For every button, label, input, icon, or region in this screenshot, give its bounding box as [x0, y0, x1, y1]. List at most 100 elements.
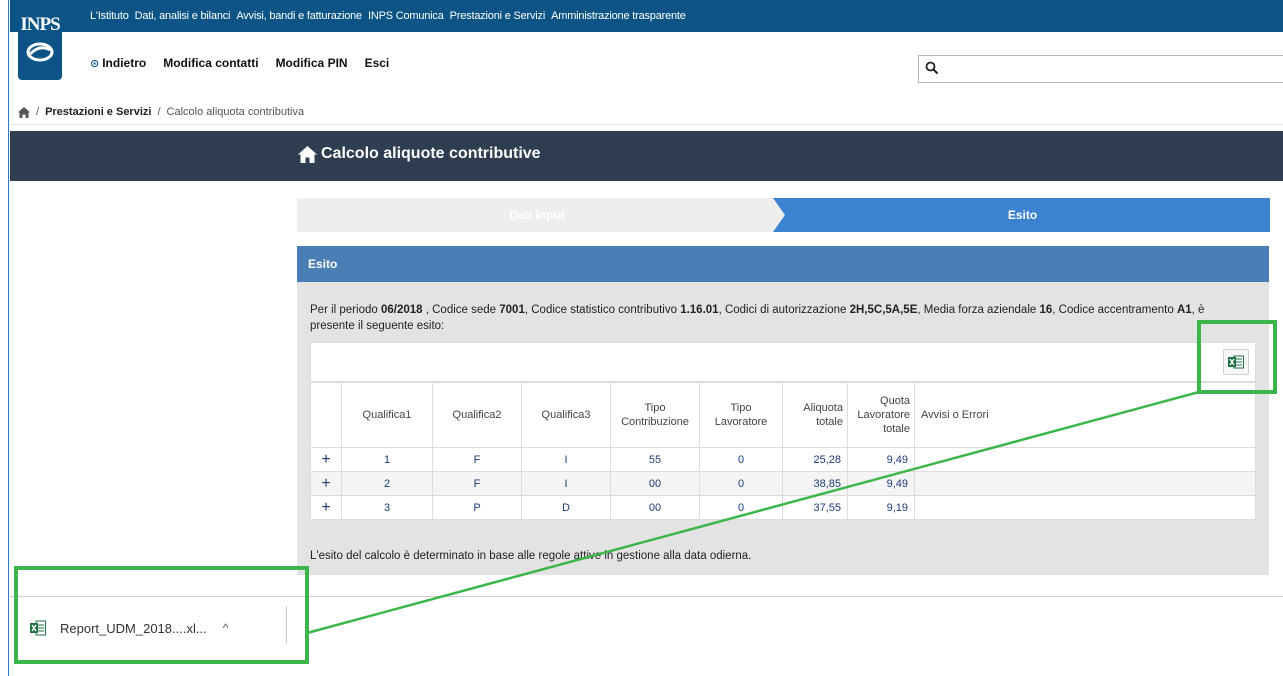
cell-qualifica1: 2 — [341, 471, 433, 496]
cell-tipo-contribuzione: 55 — [610, 447, 700, 472]
cell-avvisi — [914, 447, 1256, 472]
table-row: + 3 P D 00 0 37,55 9,19 — [310, 495, 1256, 520]
site-header: L'Istituto Dati, analisi e bilanci Avvis… — [10, 0, 1283, 95]
annotation-highlight-download — [14, 566, 309, 664]
col-tipo-lavoratore: Tipo Lavoratore — [699, 382, 783, 448]
col-expand — [310, 382, 342, 448]
home-icon[interactable] — [18, 106, 30, 118]
col-label: Aliquota — [803, 402, 843, 414]
breadcrumb-separator: / — [36, 106, 40, 118]
cell-aliquota-totale: 37,55 — [782, 495, 848, 520]
top-link-trasparente[interactable]: Amministrazione trasparente — [551, 10, 686, 22]
col-qualifica2: Qualifica2 — [432, 382, 522, 448]
expand-row-button[interactable]: + — [310, 447, 342, 472]
breadcrumb-item-prestazioni[interactable]: Prestazioni e Servizi — [45, 106, 151, 118]
col-label: Tipo — [644, 402, 666, 414]
table-row: + 1 F I 55 0 25,28 9,49 — [310, 447, 1256, 472]
col-label: totale — [883, 423, 910, 435]
step-arrow-shape — [767, 198, 795, 232]
desc-text: , Media forza aziendale — [917, 304, 1040, 316]
cell-tipo-contribuzione: 00 — [610, 471, 700, 496]
table-header-row: Qualifica1 Qualifica2 Qualifica3 Tipo Con… — [310, 382, 1256, 448]
desc-text: , Codici di autorizzazione — [718, 304, 850, 316]
edit-pin-label: Modifica PIN — [275, 56, 348, 70]
edit-pin-link[interactable]: Modifica PIN — [276, 56, 348, 70]
window-left-edge — [0, 0, 9, 676]
breadcrumb-separator: / — [157, 106, 161, 118]
col-label: Quota — [880, 395, 910, 407]
col-qualifica1: Qualifica1 — [341, 382, 433, 448]
desc-csc: 1.16.01 — [680, 304, 719, 316]
step-esito[interactable]: Esito — [775, 198, 1270, 232]
home-icon — [298, 145, 317, 163]
cell-qualifica3: I — [521, 447, 611, 472]
cell-qualifica1: 1 — [341, 447, 433, 472]
expand-row-button[interactable]: + — [310, 495, 342, 520]
back-label: Indietro — [102, 56, 147, 70]
col-label: Tipo — [730, 402, 752, 414]
cell-tipo-lavoratore: 0 — [699, 471, 783, 496]
step-esito-label: Esito — [1007, 208, 1038, 222]
col-label: Contribuzione — [621, 416, 689, 428]
table-row: + 2 F I 00 0 38,85 9,49 — [310, 471, 1256, 496]
breadcrumb-divider — [10, 124, 1283, 125]
top-link-avvisi[interactable]: Avvisi, bandi e fatturazione — [236, 10, 362, 22]
cell-qualifica2: F — [432, 447, 522, 472]
top-link-dati[interactable]: Dati, analisi e bilanci — [135, 10, 231, 22]
top-link-prestazioni[interactable]: Prestazioni e Servizi — [450, 10, 546, 22]
col-label: Lavoratore — [714, 416, 768, 428]
desc-codice-sede: 7001 — [499, 304, 525, 316]
search-input[interactable] — [945, 58, 1279, 80]
logout-label: Esci — [364, 56, 390, 70]
col-label: Qualifica1 — [362, 409, 412, 421]
cell-aliquota-totale: 38,85 — [782, 471, 848, 496]
breadcrumb: / Prestazioni e Servizi / Calcolo aliquo… — [18, 104, 304, 120]
top-link-istituto[interactable]: L'Istituto — [90, 10, 129, 22]
back-circle-icon: ⊙ — [90, 57, 100, 70]
edit-contacts-link[interactable]: Modifica contatti — [163, 56, 258, 70]
top-link-comunica[interactable]: INPS Comunica — [368, 10, 444, 22]
cell-qualifica3: I — [521, 471, 611, 496]
page-title-bar: Calcolo aliquote contributive — [10, 131, 1283, 181]
back-link[interactable]: ⊙ Indietro — [90, 56, 146, 70]
cell-tipo-lavoratore: 0 — [699, 495, 783, 520]
inps-logo[interactable]: INPS — [18, 10, 62, 80]
col-label: Qualifica2 — [452, 409, 502, 421]
breadcrumb-item-current: Calcolo aliquota contributiva — [166, 106, 305, 118]
page-title: Calcolo aliquote contributive — [298, 145, 541, 163]
results-table: Qualifica1 Qualifica2 Qualifica3 Tipo Con… — [310, 382, 1256, 520]
logo-text: INPS — [20, 14, 60, 35]
cell-quota-lavoratore: 9,49 — [847, 471, 915, 496]
result-footnote: L'esito del calcolo è determinato in bas… — [310, 550, 752, 562]
cell-quota-lavoratore: 9,19 — [847, 495, 915, 520]
cell-qualifica3: D — [521, 495, 611, 520]
desc-media-forza: 16 — [1039, 304, 1053, 316]
annotation-highlight-export — [1197, 320, 1277, 394]
cell-qualifica1: 3 — [341, 495, 433, 520]
step-dati-input[interactable]: Dati input — [297, 198, 777, 232]
top-links-bar: L'Istituto Dati, analisi e bilanci Avvis… — [10, 0, 1283, 32]
cell-tipo-lavoratore: 0 — [699, 447, 783, 472]
top-links: L'Istituto Dati, analisi e bilanci Avvis… — [90, 0, 686, 32]
col-label: Lavoratore — [857, 409, 910, 421]
col-aliquota-totale: Aliquota totale — [782, 382, 848, 448]
page-title-text: Calcolo aliquote contributive — [321, 145, 541, 162]
cell-qualifica2: P — [432, 495, 522, 520]
user-nav: ⊙ Indietro Modifica contatti Modifica PI… — [90, 56, 406, 70]
edit-contacts-label: Modifica contatti — [163, 56, 259, 70]
cell-avvisi — [914, 495, 1256, 520]
cell-qualifica2: F — [432, 471, 522, 496]
logout-link[interactable]: Esci — [365, 56, 390, 70]
col-quota-lavoratore: Quota Lavoratore totale — [847, 382, 915, 448]
panel-body: Per il periodo 06/2018 , Codice sede 700… — [297, 282, 1269, 575]
logo-swirl-icon — [26, 42, 54, 62]
cell-aliquota-totale: 25,28 — [782, 447, 848, 472]
wizard-stepper: Dati input Esito — [297, 198, 1270, 232]
desc-text: , Codice accentramento — [1052, 304, 1177, 316]
search-icon[interactable] — [925, 61, 939, 75]
expand-row-button[interactable]: + — [310, 471, 342, 496]
desc-periodo: 06/2018 — [380, 304, 423, 316]
col-label: totale — [816, 416, 843, 428]
desc-text: , Codice statistico contributivo — [524, 304, 681, 316]
panel-header-esito: Esito — [297, 246, 1269, 282]
